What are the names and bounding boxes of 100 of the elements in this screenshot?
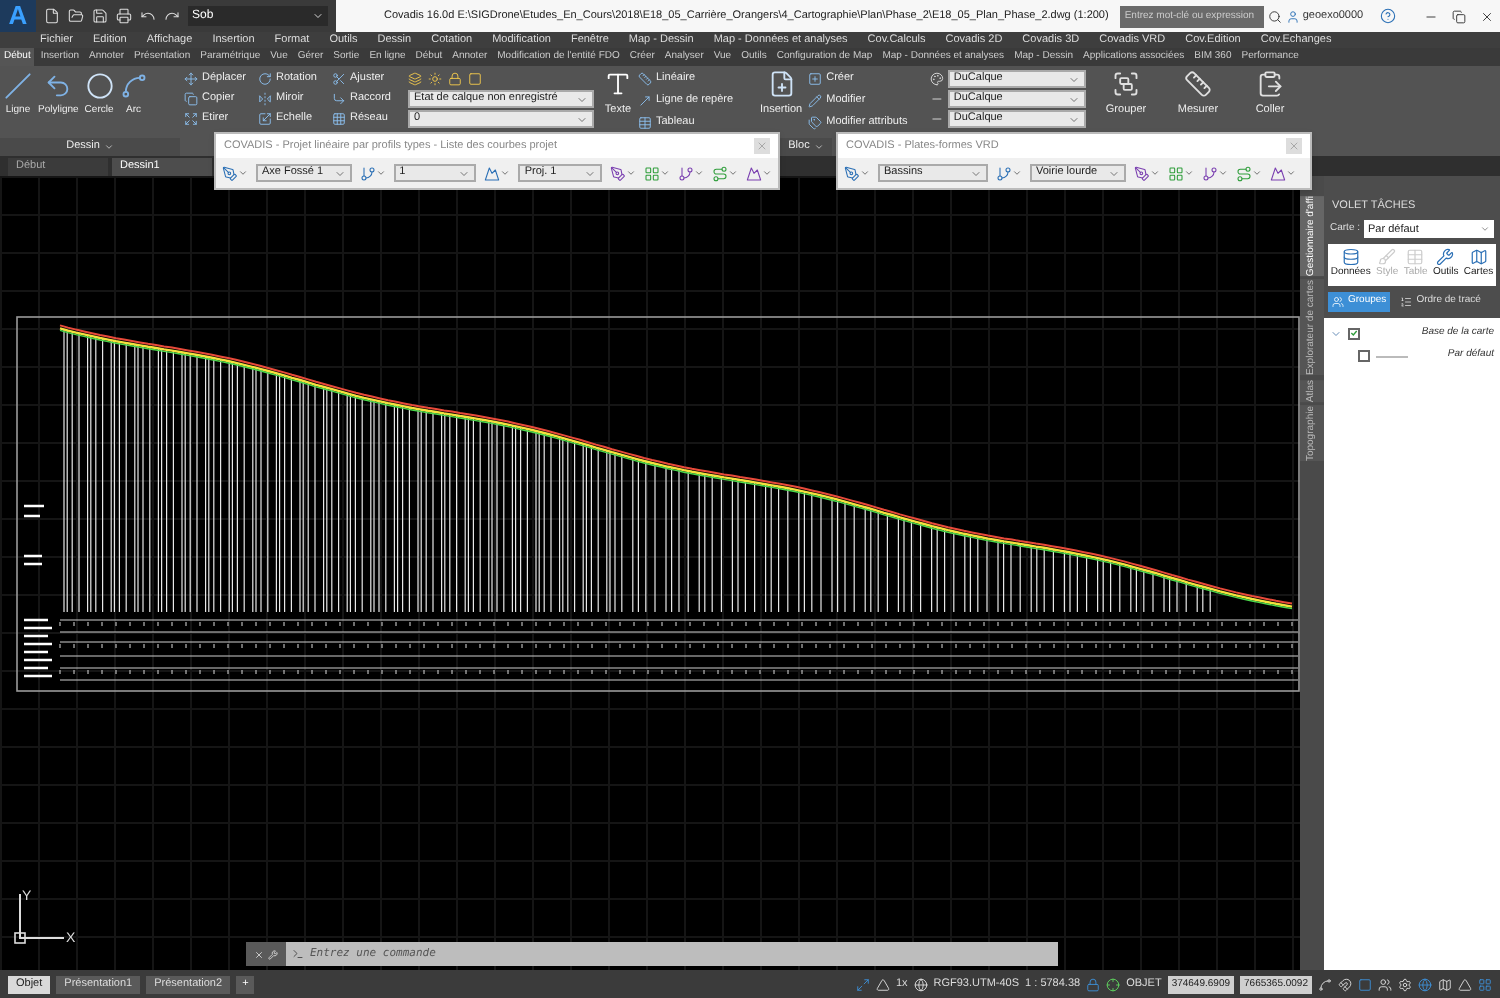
toolbar-icon-button[interactable] xyxy=(678,165,704,181)
toolbar-icon-button[interactable] xyxy=(1270,165,1296,181)
checkbox[interactable] xyxy=(1348,327,1360,339)
chevron-down-icon xyxy=(103,142,114,152)
list-icon xyxy=(1400,295,1413,308)
toolbar-icon-button[interactable] xyxy=(746,165,772,181)
layers-icon xyxy=(408,72,422,86)
toolbar-icon-button[interactable] xyxy=(996,165,1022,181)
status-toggle[interactable] xyxy=(1478,977,1492,991)
undo-icon xyxy=(140,8,156,24)
globe-icon xyxy=(913,977,928,991)
pen-icon xyxy=(610,165,626,181)
help-icon xyxy=(1379,8,1396,24)
quick-access-button[interactable] xyxy=(68,8,84,24)
quick-access-button[interactable] xyxy=(140,8,156,24)
ruler-icon xyxy=(1183,70,1212,98)
people-icon xyxy=(1378,977,1392,991)
chevron-down-icon xyxy=(500,168,511,178)
triangle-icon xyxy=(875,977,890,991)
mirror-icon xyxy=(258,92,272,106)
tags-icon xyxy=(808,116,823,130)
chevron-down-icon xyxy=(1012,168,1022,178)
quick-access-button[interactable] xyxy=(44,8,60,24)
rotate-icon xyxy=(258,72,272,86)
layout-icon xyxy=(1168,165,1184,181)
status-toggle[interactable] xyxy=(1418,977,1432,991)
chevron-down-icon xyxy=(1150,168,1160,178)
status-toggle[interactable] xyxy=(1358,977,1372,991)
toolbar-icon-button[interactable] xyxy=(712,165,738,181)
quick-access-button[interactable] xyxy=(116,8,132,24)
corner-icon xyxy=(332,92,346,106)
database-icon xyxy=(1341,248,1360,267)
layout-icon xyxy=(1478,977,1492,991)
search-icon xyxy=(1268,9,1283,23)
chevron-down-icon xyxy=(762,168,772,178)
map-icon xyxy=(1438,977,1452,991)
crosshair-icon xyxy=(1106,977,1121,991)
brush-icon xyxy=(1378,248,1397,267)
sun-icon xyxy=(428,72,442,86)
toolbar-icon-button[interactable] xyxy=(1236,165,1262,181)
chevron-down-icon xyxy=(333,167,346,179)
chevron-down-icon xyxy=(970,167,982,179)
chevron-down-icon xyxy=(1108,167,1120,179)
route-icon xyxy=(712,165,728,181)
chevron-down-icon xyxy=(1252,168,1262,178)
layer-tool-button[interactable] xyxy=(468,72,482,86)
line-icon xyxy=(4,72,32,100)
quick-access-button[interactable] xyxy=(92,8,108,24)
move-icon xyxy=(184,72,198,86)
chevron-down-icon xyxy=(813,142,824,152)
folder-icon xyxy=(68,8,84,24)
redo-icon xyxy=(164,8,180,24)
prompt-icon xyxy=(292,948,304,960)
lock-icon xyxy=(1086,977,1101,991)
chevron-down-icon xyxy=(860,168,870,178)
toolbar-icon-button[interactable] xyxy=(1202,165,1228,181)
print-icon xyxy=(116,8,132,24)
toolbar-icon-button[interactable] xyxy=(1168,165,1194,181)
toolbar-icon-button[interactable] xyxy=(222,165,248,181)
toolbar-icon-button[interactable] xyxy=(359,165,386,181)
pen-icon xyxy=(1134,165,1150,181)
chevron-down-icon xyxy=(238,168,248,178)
checkbox[interactable] xyxy=(1358,350,1370,362)
ruler-icon xyxy=(638,72,652,86)
app-logo[interactable]: A xyxy=(0,0,36,32)
scale-icon xyxy=(258,112,272,126)
table-icon xyxy=(1406,248,1425,267)
layer-tool-button[interactable] xyxy=(448,72,462,86)
insert-icon xyxy=(767,70,796,98)
chevron-down-icon xyxy=(728,168,738,178)
close-icon xyxy=(756,140,768,152)
chevron-down-icon xyxy=(626,168,636,178)
lock-icon xyxy=(448,72,462,86)
chevron-down-icon xyxy=(660,168,670,178)
status-toggle[interactable] xyxy=(1378,977,1392,991)
chevron-down-icon xyxy=(312,10,324,22)
toolbar-icon-button[interactable] xyxy=(610,165,636,181)
quick-access-button[interactable] xyxy=(164,8,180,24)
file-icon xyxy=(44,8,60,24)
toolbar-icon-button[interactable] xyxy=(1134,165,1160,181)
model-space-icon xyxy=(855,977,870,991)
group-icon xyxy=(1112,70,1140,98)
branch-icon xyxy=(678,165,694,181)
chevron-down-icon xyxy=(584,167,596,179)
stretch-icon xyxy=(184,112,198,126)
clipboard-icon xyxy=(1256,70,1284,98)
circle-icon xyxy=(85,72,114,100)
layout-icon xyxy=(644,165,660,181)
toolbar-icon-button[interactable] xyxy=(644,165,670,181)
toolbar-icon-button[interactable] xyxy=(484,165,511,181)
scissors-icon xyxy=(332,72,346,86)
close-icon xyxy=(1288,140,1300,152)
restore-icon xyxy=(1451,9,1465,23)
layer-tool-button[interactable] xyxy=(408,72,422,86)
palette-icon xyxy=(930,72,944,86)
chevron-down-icon xyxy=(375,168,386,178)
layer-tool-button[interactable] xyxy=(428,72,442,86)
toolbar-icon-button[interactable] xyxy=(844,165,870,181)
branch-icon xyxy=(1202,165,1218,181)
chevron-down-icon xyxy=(1184,168,1194,178)
